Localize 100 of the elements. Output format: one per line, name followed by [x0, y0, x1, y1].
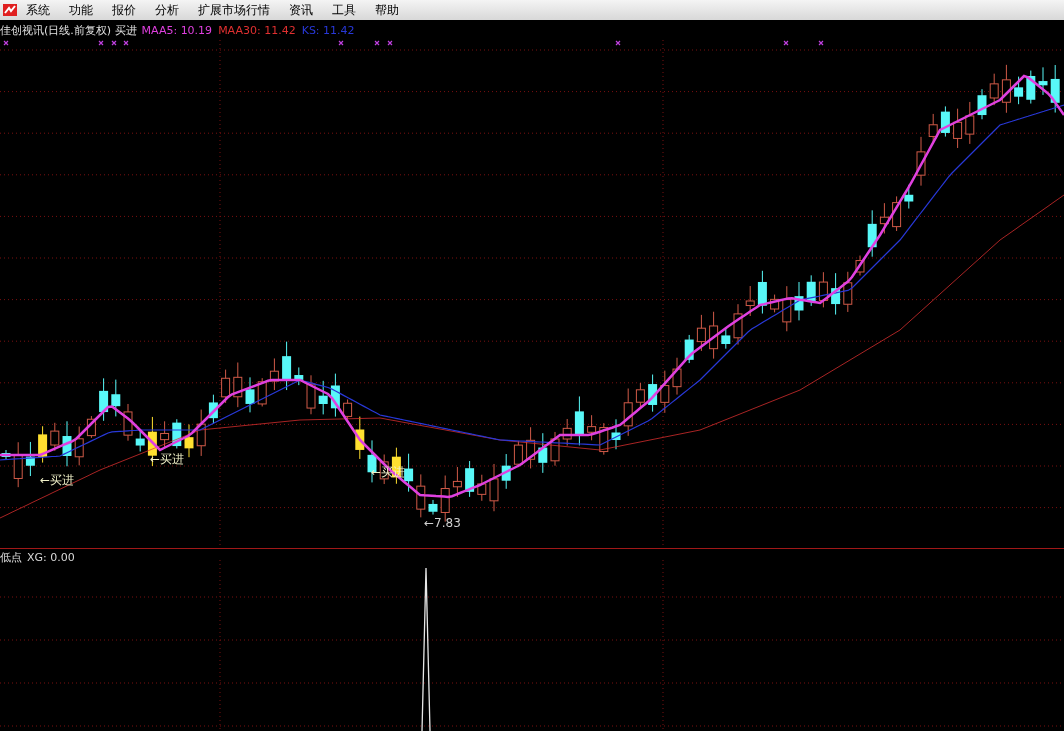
candlestick [989, 73, 999, 106]
candlestick [306, 374, 316, 415]
candlestick [953, 108, 963, 149]
candlestick [818, 271, 828, 308]
candlestick [794, 281, 804, 321]
candlestick [74, 426, 84, 466]
candlestick [733, 303, 743, 346]
signal-label: ←买进 [40, 473, 75, 487]
candlestick [196, 409, 206, 457]
candlestick [62, 420, 72, 467]
candlestick [1038, 66, 1048, 96]
candlestick [416, 473, 426, 518]
candlestick [282, 341, 292, 391]
cross-mark-icon [783, 40, 789, 46]
candlestick [245, 376, 255, 413]
cross-mark-icon [98, 40, 104, 46]
candlestick [550, 431, 560, 467]
candlestick [172, 418, 182, 449]
candlestick [770, 294, 780, 313]
cross-mark-icon [3, 40, 9, 46]
candlestick [611, 418, 621, 450]
menu-item[interactable]: 扩展市场行情 [198, 2, 270, 18]
cross-mark-icon [338, 40, 344, 46]
candlestick [709, 311, 719, 360]
candlestick [465, 460, 475, 498]
candlestick [38, 425, 48, 464]
menu-item[interactable]: 系统 [26, 2, 50, 18]
candlestick [477, 474, 487, 502]
menu-item[interactable]: 功能 [69, 2, 93, 18]
candlestick [269, 357, 279, 391]
cross-mark-icon [615, 40, 621, 46]
cross-mark-icon [374, 40, 380, 46]
app-logo-icon[interactable] [2, 2, 18, 18]
candlestick [184, 424, 194, 458]
candlestick [965, 101, 975, 145]
candlestick [1026, 70, 1036, 105]
candlestick [1050, 64, 1060, 114]
candlestick [330, 373, 340, 418]
candlestick [696, 314, 706, 352]
candlestick [574, 395, 584, 446]
candlestick [672, 357, 682, 396]
candlestick [233, 362, 243, 408]
chart-title: 低点 [0, 549, 22, 565]
candlestick [648, 374, 658, 413]
candlestick [50, 422, 60, 452]
candlestick [86, 415, 96, 439]
candlestick [501, 453, 511, 490]
indicator-value: XG: 0.00 [27, 550, 75, 564]
candlestick [452, 466, 462, 498]
menu-item[interactable]: 资讯 [289, 2, 313, 18]
candlestick [13, 441, 23, 488]
menu-item[interactable]: 分析 [155, 2, 179, 18]
candlestick [684, 334, 694, 364]
candlestick [428, 499, 438, 516]
candlestick [940, 105, 950, 138]
candlestick [782, 285, 792, 332]
candlestick [892, 195, 902, 232]
candlestick [404, 453, 414, 493]
candlestick [489, 463, 499, 512]
indicator-value: MAA30: 11.42 [218, 23, 296, 37]
candlestick [562, 418, 572, 447]
candlestick [855, 255, 865, 276]
price-label: ←7.83 [424, 516, 461, 530]
candlestick [757, 270, 767, 315]
candlestick [660, 370, 670, 414]
candlestick [1001, 64, 1011, 114]
chart-title: 佳创视讯(日线.前复权) 买进 [0, 22, 137, 38]
cross-mark-icon [111, 40, 117, 46]
candlestick [538, 432, 548, 474]
cross-mark-icon [123, 40, 129, 46]
candlestick [623, 388, 633, 437]
menu-item[interactable]: 报价 [112, 2, 136, 18]
candlestick [1, 449, 11, 460]
candlestick [221, 369, 231, 404]
candlestick [879, 202, 889, 234]
candlestick [294, 366, 304, 386]
menu-item[interactable]: 工具 [332, 2, 356, 18]
candlestick [526, 426, 536, 469]
candlestick [208, 394, 218, 425]
indicator-value: KS: 11.42 [301, 23, 355, 37]
candlestick [843, 271, 853, 313]
candlestick [721, 328, 731, 350]
candlestick [25, 441, 35, 477]
cross-mark-icon [818, 40, 824, 46]
cross-mark-icon [387, 40, 393, 46]
candlestick [916, 136, 926, 187]
candlestick [587, 414, 597, 441]
candlestick [599, 422, 609, 456]
candlestick [1014, 76, 1024, 105]
candlestick [123, 403, 133, 442]
candlestick [318, 380, 328, 415]
candlestick [343, 398, 353, 420]
candlestick [867, 209, 877, 258]
indicator-value: MAA5: 10.19 [141, 23, 213, 37]
candlestick [160, 420, 170, 449]
candlestick [99, 377, 109, 422]
candlestick [135, 429, 145, 452]
candlestick [355, 416, 365, 460]
candlestick [977, 88, 987, 120]
menu-item[interactable]: 帮助 [375, 2, 399, 18]
